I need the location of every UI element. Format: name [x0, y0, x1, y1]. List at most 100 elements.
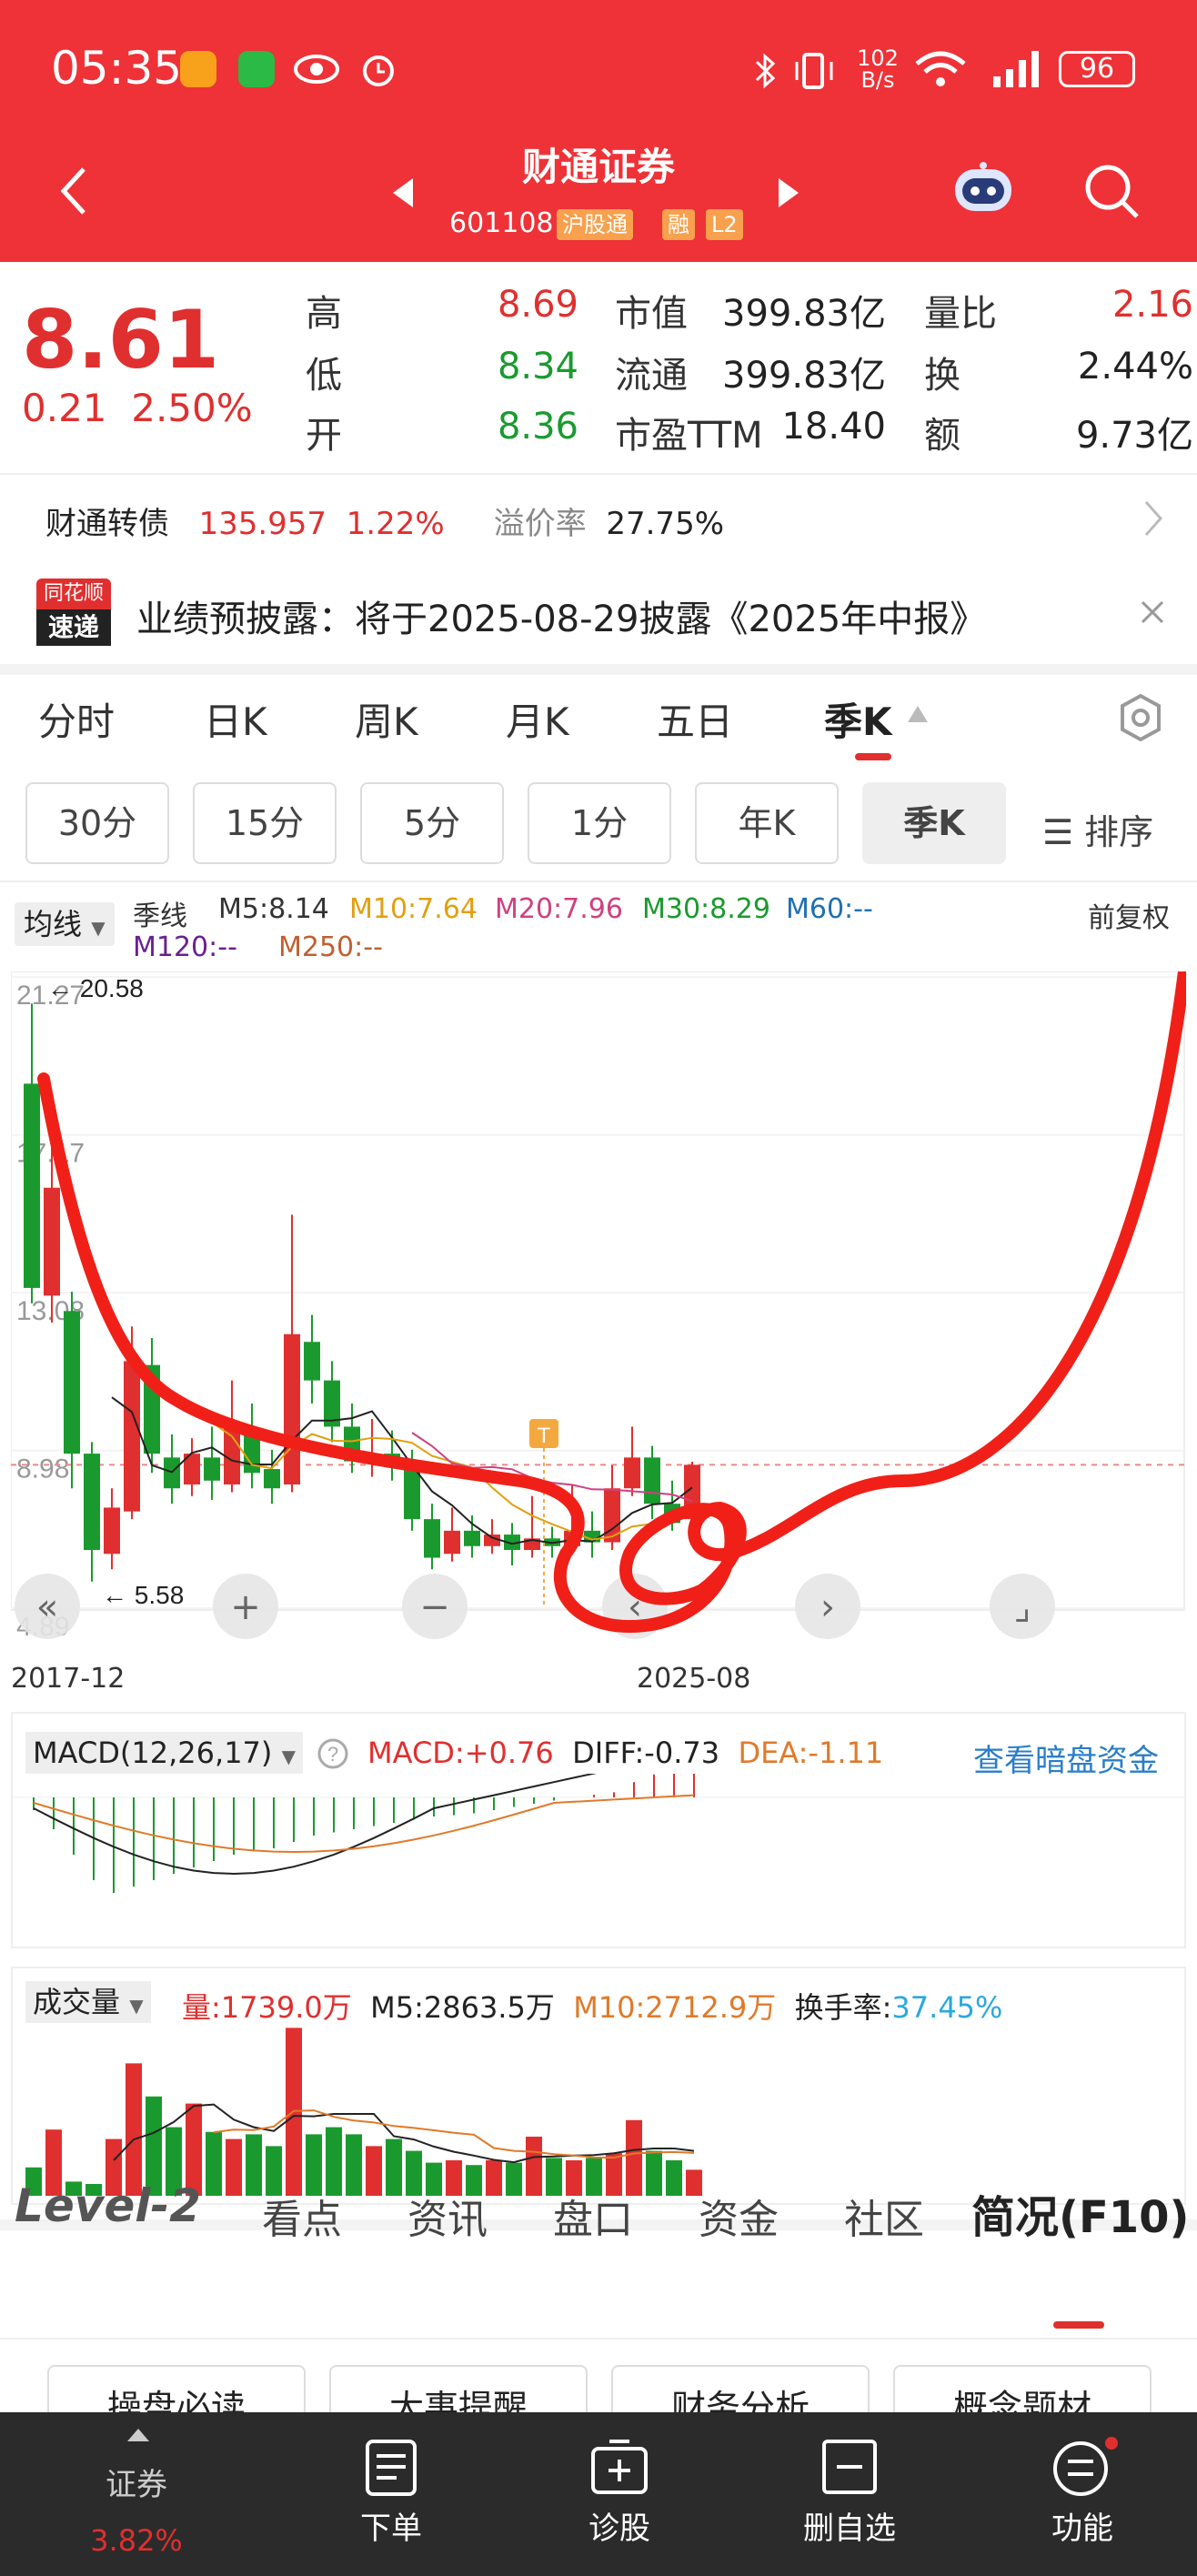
info-tab[interactable]: 简况(F10)	[971, 2181, 1189, 2245]
nav-remove-watchlist[interactable]: 删自选	[777, 2503, 922, 2548]
quote-label: 量比	[924, 293, 997, 335]
candle-body	[124, 1361, 140, 1512]
ma-value: M120:--	[133, 931, 237, 963]
search-icon[interactable]	[1082, 162, 1141, 220]
chevron-right-icon[interactable]	[1142, 498, 1164, 538]
candle-body	[104, 1507, 120, 1555]
nav-functions[interactable]: 功能	[1010, 2503, 1155, 2548]
signal-icon	[993, 51, 1039, 87]
nav-securities[interactable]: 证券	[64, 2460, 209, 2504]
candle-body	[304, 1342, 320, 1381]
k-tab[interactable]: 日K	[204, 691, 267, 747]
robot-assistant-icon[interactable]	[950, 160, 1017, 220]
price-adjust[interactable]: 前复权	[1088, 895, 1170, 935]
k-tab[interactable]: 分时	[38, 691, 115, 747]
caret-up-icon[interactable]	[906, 704, 930, 724]
nav-diagnose[interactable]: 诊股	[547, 2503, 692, 2548]
ma-value: M10:7.64	[349, 893, 478, 925]
info-tab[interactable]: 看点	[262, 2187, 342, 2245]
period-button[interactable]: 30分	[25, 782, 169, 864]
candle-body	[424, 1519, 440, 1558]
quote-value: 399.83亿	[722, 293, 886, 335]
period-button[interactable]: 5分	[360, 782, 504, 864]
app-header: 05:35 102 B/s 96 财通证券 601108 沪股通 融 L2	[0, 0, 1197, 262]
period-button[interactable]: 季K	[862, 782, 1006, 864]
k-tab[interactable]: 五日	[657, 691, 733, 747]
info-tab[interactable]: 资讯	[407, 2187, 488, 2245]
ma-value: M60:--	[786, 893, 873, 925]
price-change: 0.21 2.50%	[22, 386, 253, 430]
volume-bar	[506, 2162, 522, 2196]
tag-level2: L2	[706, 209, 743, 240]
max-price-label: ← 20.58	[47, 974, 144, 1002]
volume-bar	[326, 2127, 342, 2196]
volume-bar	[646, 2150, 662, 2196]
scroll-right-icon[interactable]: ›	[795, 1574, 860, 1639]
zoom-in-icon[interactable]: +	[213, 1574, 278, 1639]
period-button[interactable]: 15分	[193, 782, 337, 864]
info-tab[interactable]: 社区	[844, 2187, 924, 2245]
ma-selector[interactable]: 均线 ▼	[15, 902, 115, 946]
quote-value: 8.34	[497, 346, 578, 387]
kline-chart[interactable]: 21.2717.1713.088.984.89← 20.58← 5.58T«+−…	[11, 971, 1186, 1663]
expand-up-icon[interactable]	[126, 2427, 151, 2443]
period-button[interactable]: 1分	[528, 782, 671, 864]
svg-text:?: ?	[327, 1743, 338, 1766]
svg-text:›: ›	[820, 1586, 835, 1628]
sort-button[interactable]: ☰ 排序	[1042, 804, 1153, 854]
svg-text:⌟: ⌟	[1014, 1586, 1031, 1628]
diff-line	[33, 1774, 597, 1876]
zoom-out-icon[interactable]: −	[402, 1574, 468, 1639]
volume-bar	[666, 2160, 682, 2196]
info-tab[interactable]: 盘口	[553, 2187, 633, 2245]
next-stock-icon[interactable]	[775, 175, 802, 211]
close-icon[interactable]	[1137, 597, 1168, 628]
candle-body	[284, 1333, 300, 1484]
active-info-tab-indicator	[1053, 2321, 1104, 2329]
quote-value: 399.83亿	[722, 355, 886, 397]
stock-title: 财通证券	[521, 145, 675, 189]
t-marker-label: T	[538, 1424, 551, 1448]
volume-bar	[226, 2138, 242, 2196]
divider	[0, 2338, 1197, 2340]
convertible-bond-row[interactable]: 财通转债 135.957 1.22% 溢价率 27.75%	[45, 498, 724, 543]
order-icon	[366, 2440, 417, 2496]
volume-bar	[246, 2134, 262, 2196]
fullscreen-icon[interactable]: ⌟	[990, 1574, 1055, 1639]
quote-value: 8.36	[497, 406, 578, 448]
divider	[0, 880, 1197, 882]
quote-label: 低	[306, 355, 342, 397]
candle-body	[644, 1457, 660, 1504]
volume-bar	[626, 2119, 642, 2196]
info-tab[interactable]: 资金	[699, 2187, 779, 2245]
earnings-notice[interactable]: 业绩预披露：将于2025-08-29披露《2025年中报》	[136, 589, 986, 642]
help-icon[interactable]: ?	[317, 1737, 349, 1770]
zoom-out-left-icon[interactable]: «	[15, 1574, 80, 1639]
volume-bar	[526, 2137, 542, 2196]
macd-selector[interactable]: MACD(12,26,17) ▼	[25, 1732, 303, 1774]
remove-watchlist-icon	[822, 2440, 877, 2494]
net-speed: 102 B/s	[857, 45, 899, 93]
candle-body	[444, 1530, 460, 1555]
k-tab[interactable]: 月K	[506, 691, 569, 747]
candle-body	[624, 1457, 640, 1489]
min-price-label: ← 5.58	[102, 1581, 184, 1609]
k-tab[interactable]: 周K	[355, 691, 418, 747]
period-button[interactable]: 年K	[695, 782, 839, 864]
quote-value: 2.44%	[1077, 346, 1193, 387]
info-tab[interactable]: Level-2	[15, 2179, 201, 2232]
active-tab-indicator	[855, 753, 891, 760]
tag-hkconnect: 沪股通	[557, 209, 633, 240]
y-tick-label: 8.98	[16, 1454, 69, 1484]
k-tab[interactable]: 季K	[824, 691, 892, 747]
quote-label: 额	[924, 415, 961, 457]
nav-order[interactable]: 下单	[318, 2503, 464, 2548]
status-time: 05:35	[51, 42, 183, 95]
ma-value: M250:--	[278, 931, 383, 963]
settings-icon[interactable]	[1117, 693, 1164, 742]
divider	[0, 473, 1197, 475]
quote-value: 9.73亿	[1075, 415, 1193, 457]
volume-bar	[366, 2146, 382, 2196]
svg-text:+: +	[230, 1586, 261, 1628]
candle-body	[44, 1187, 60, 1296]
